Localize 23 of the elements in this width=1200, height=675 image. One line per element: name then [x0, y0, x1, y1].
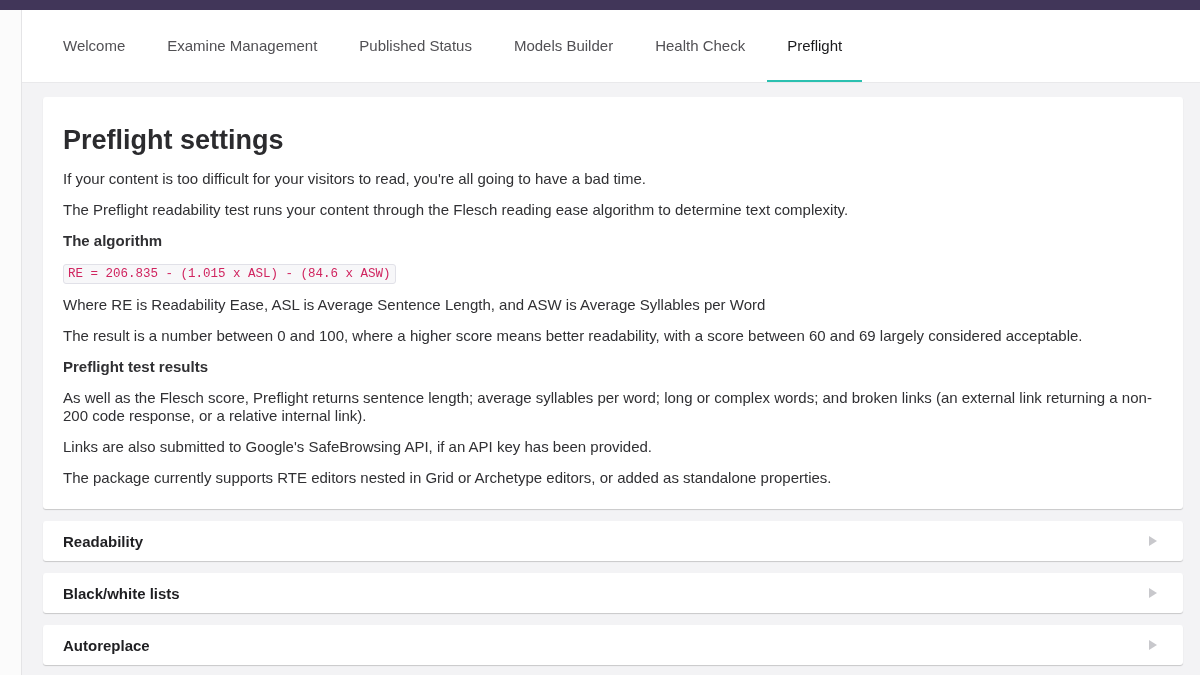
accordion-panel[interactable]: Readability	[43, 521, 1183, 561]
tab[interactable]: Welcome	[43, 10, 146, 82]
paragraph: The package currently supports RTE editors nested in Grid or Archetype editors, or added as standalone properties.	[63, 469, 833, 487]
code-snippet: RE = 206.835 - (1.015 x ASL) - (84.6 x ASW)	[63, 264, 396, 284]
tab[interactable]: Preflight	[767, 10, 863, 82]
accordion-panel[interactable]: Autoreplace	[43, 625, 1183, 665]
paragraph: As well as the Flesch score, Preflight returns sentence length; average syllables per word; long or complex words; and broken links (an external link returning a non-200 code response, or a relative internal link).	[63, 389, 1153, 425]
panel-title: Autoreplace	[63, 636, 150, 654]
tab[interactable]: Published Status	[339, 10, 492, 82]
paragraph: The Preflight readability test runs your content through the Flesch reading ease algorithm to determine text complexity.	[63, 201, 850, 219]
section-heading: The algorithm	[63, 232, 164, 250]
tab[interactable]: Examine Management	[147, 10, 338, 82]
paragraph: Where RE is Readability Ease, ASL is Average Sentence Length, and ASW is Average Syllables per Word	[63, 296, 767, 314]
tab[interactable]: Health Check	[635, 10, 766, 82]
section-heading: Preflight test results	[63, 358, 210, 376]
paragraph: Links are also submitted to Google's SafeBrowsing API, if an API key has been provided.	[63, 438, 654, 456]
panel-title: Black/white lists	[63, 584, 180, 602]
accordion-panel[interactable]: Black/white lists	[43, 573, 1183, 613]
settings-title: Preflight settings	[63, 125, 285, 156]
panel-title: Readability	[63, 532, 144, 550]
paragraph: If your content is too difficult for your visitors to read, you're all going to have a bad time.	[63, 170, 647, 188]
tab[interactable]: Models Builder	[493, 10, 634, 82]
paragraph: The result is a number between 0 and 100, where a higher score means better readability, with a score between 60 and 69 largely considered acceptable.	[63, 327, 1084, 345]
